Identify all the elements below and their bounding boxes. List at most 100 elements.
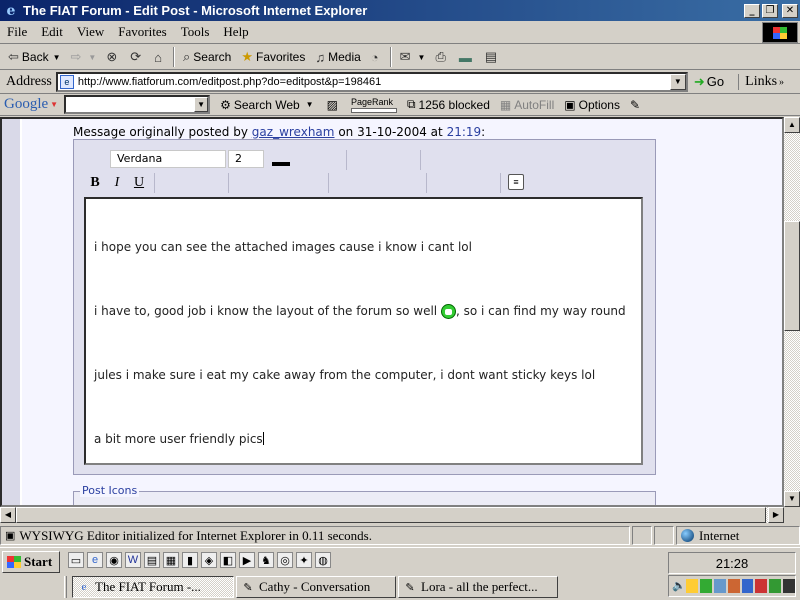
app-icon[interactable]: ♞ [258, 552, 274, 568]
scroll-right-icon[interactable]: ▶ [768, 507, 784, 523]
volume-icon[interactable]: 🔈 [672, 579, 686, 593]
highlighter-icon: ✎ [629, 97, 641, 112]
app-icon[interactable]: ▦ [163, 552, 179, 568]
font-select[interactable]: Verdana [110, 150, 226, 168]
chevron-down-icon[interactable]: ▼ [53, 53, 61, 62]
search-button[interactable]: ⌕ Search [179, 46, 235, 68]
menu-help[interactable]: Help [216, 24, 255, 40]
maximize-button[interactable]: ❐ [762, 3, 778, 18]
star-icon: ★ [241, 49, 253, 64]
tray-icon[interactable] [727, 579, 740, 593]
app-icon[interactable]: ◈ [201, 552, 217, 568]
outlook-icon[interactable]: ◉ [106, 552, 122, 568]
forward-button[interactable]: ⇨ ▼ [67, 46, 101, 68]
print-icon: ⎙ [435, 49, 446, 64]
show-desktop-icon[interactable]: ▭ [68, 552, 84, 568]
google-logo-button[interactable]: Google ▼ [0, 96, 60, 113]
task-label: Cathy - Conversation [259, 579, 371, 594]
task-conversation-cathy[interactable]: ✎ Cathy - Conversation [236, 576, 396, 598]
horizontal-scroll-thumb[interactable] [16, 507, 766, 523]
menu-file[interactable]: File [0, 24, 34, 40]
google-search-input[interactable]: ▼ [64, 95, 211, 114]
history-button[interactable]: ◔ [367, 46, 386, 68]
clock[interactable]: 21:28 [668, 552, 796, 574]
tray-icon[interactable] [755, 579, 768, 593]
media-player-icon[interactable]: ▶ [239, 552, 255, 568]
links-button[interactable]: Links» [738, 73, 784, 90]
app-icon[interactable]: ◎ [277, 552, 293, 568]
tray-icon[interactable] [686, 579, 698, 593]
tray-icon[interactable] [783, 579, 795, 593]
close-button[interactable]: ✕ [782, 3, 798, 18]
app-icon[interactable]: ▤ [144, 552, 160, 568]
bold-button[interactable]: B [84, 173, 106, 193]
stop-button[interactable]: ⊗ [102, 46, 124, 68]
vertical-scrollbar[interactable]: ▲ ▼ [784, 117, 800, 507]
address-url[interactable]: http://www.fiatforum.com/editpost.php?do… [78, 76, 381, 88]
back-button[interactable]: ⇦ Back ▼ [4, 46, 65, 68]
refresh-button[interactable]: ⟳ [126, 46, 148, 68]
task-ie-window[interactable]: e The FIAT Forum -... [72, 576, 234, 598]
chat-icon: ✎ [405, 581, 415, 594]
chevron-down-icon[interactable]: ▼ [306, 100, 314, 109]
autofill-icon: ▦ [499, 97, 512, 112]
scroll-left-icon[interactable]: ◀ [0, 507, 16, 523]
highlighter-button[interactable]: ✎ [630, 98, 643, 112]
discuss-button[interactable]: ▤ [481, 46, 504, 68]
quote-icon[interactable]: ≡ [508, 174, 524, 190]
autofill-button[interactable]: ▦ AutoFill [500, 98, 554, 112]
globe-icon [681, 529, 694, 542]
app-icon[interactable]: ▮ [182, 552, 198, 568]
go-button[interactable]: ➜ Go [694, 74, 724, 90]
search-web-button[interactable]: ⚙ Search Web ▼ [220, 98, 317, 112]
favorites-button[interactable]: ★ Favorites [237, 46, 309, 68]
minimize-button[interactable]: _ [744, 3, 760, 18]
options-button[interactable]: ▣ Options [564, 98, 620, 112]
ie-icon[interactable]: e [3, 3, 19, 19]
popup-blocker-button[interactable]: ⧉ 1256 blocked [407, 97, 490, 112]
standard-toolbar: ⇦ Back ▼ ⇨ ▼ ⊗ ⟳ ⌂ ⌕ Search ★ Favorites … [0, 45, 800, 70]
vertical-scroll-thumb[interactable] [784, 221, 800, 331]
message-textarea[interactable]: i hope you can see the attached images c… [84, 197, 643, 465]
chevron-down-icon[interactable]: ▼ [418, 53, 426, 62]
home-button[interactable]: ⌂ [150, 46, 169, 68]
tray-icon[interactable] [699, 579, 712, 593]
print-button[interactable]: ⎙ [431, 46, 452, 68]
ie-launch-icon[interactable]: e [87, 552, 103, 568]
google-search-dropdown-icon[interactable]: ▼ [194, 97, 209, 112]
tray-icon[interactable] [769, 579, 782, 593]
edit-button[interactable]: ▬ [455, 46, 479, 68]
app-icon[interactable]: ✦ [296, 552, 312, 568]
network-icon[interactable] [713, 579, 726, 593]
quote-prefix: Message originally posted by [73, 125, 248, 139]
ie-task-icon: e [81, 581, 87, 593]
menu-tools[interactable]: Tools [174, 24, 217, 40]
pagerank-label: PageRank [350, 96, 393, 107]
menu-view[interactable]: View [70, 24, 111, 40]
tray-icon[interactable] [741, 579, 754, 593]
underline-button[interactable]: U [128, 173, 150, 193]
taskbar-handle[interactable] [64, 576, 67, 598]
scroll-down-icon[interactable]: ▼ [784, 491, 800, 507]
word-icon[interactable]: W [125, 552, 141, 568]
font-color-button[interactable] [272, 162, 290, 166]
toolbar-separator [173, 47, 176, 67]
menu-edit[interactable]: Edit [34, 24, 70, 40]
zone-label: Internet [699, 527, 740, 543]
scroll-up-icon[interactable]: ▲ [784, 117, 800, 133]
menu-favorites[interactable]: Favorites [111, 24, 173, 40]
size-select[interactable]: 2 [228, 150, 264, 168]
italic-button[interactable]: I [106, 173, 128, 193]
address-dropdown-icon[interactable]: ▼ [669, 73, 686, 90]
task-conversation-lora[interactable]: ✎ Lora - all the perfect... [398, 576, 558, 598]
media-button[interactable]: ♫ Media [311, 46, 364, 68]
address-input[interactable]: e http://www.fiatforum.com/editpost.php?… [55, 71, 688, 92]
app-icon[interactable]: ◍ [315, 552, 331, 568]
horizontal-scrollbar[interactable]: ◀ ▶ [0, 507, 784, 523]
mail-button[interactable]: ✉ ▼ [396, 46, 430, 68]
chevron-down-icon[interactable]: ▼ [88, 53, 96, 62]
author-link[interactable]: gaz_wrexham [252, 125, 335, 139]
start-button[interactable]: Start [2, 551, 60, 573]
news-button[interactable]: ▨ [327, 98, 341, 112]
app-icon[interactable]: ◧ [220, 552, 236, 568]
